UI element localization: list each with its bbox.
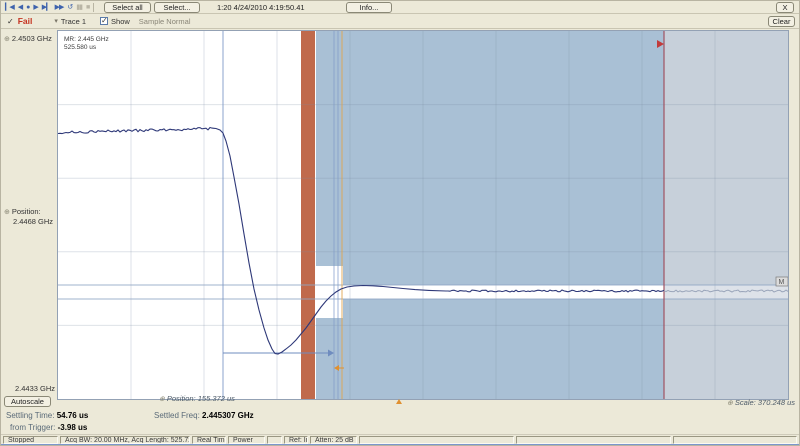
y-axis-top-text: 2.4503 GHz (12, 34, 52, 43)
x-scale-value: 370.248 us (758, 398, 795, 407)
limit-test-result: Fail (18, 16, 33, 26)
status-reference: Ref: Int (284, 436, 308, 444)
step-back-icon[interactable]: ◀ (18, 2, 22, 13)
info-button[interactable]: Info... (346, 2, 392, 13)
status-state: Stopped (3, 436, 58, 444)
toolbar: ▎◀ ◀ ● ▶ ▶▎ ▶▶↺ ▮▮ ■ Select all Select... 1:20 … (1, 1, 800, 14)
go-to-start-icon[interactable]: ▎◀ (5, 2, 14, 13)
marker-time: 525.580 us (64, 44, 109, 52)
stop-icon[interactable]: ■ (86, 2, 89, 13)
from-trigger-readout: from Trigger: -3.98 us (10, 423, 87, 432)
y-axis-bottom-value: 2.4433 GHz (15, 384, 55, 393)
svg-text:M: M (779, 279, 785, 286)
x-axis-scale[interactable]: ⊕Scale: 370.248 us (649, 398, 795, 407)
checkbox-check-icon: ✓ (101, 16, 108, 25)
settled-freq-readout: Settled Freq: 2.445307 GHz (154, 411, 254, 420)
status-attenuation: Atten: 25 dB (310, 436, 357, 444)
settling-trace-plot[interactable]: M (58, 31, 788, 399)
y-axis-top-value[interactable]: ⊕2.4503 GHz (4, 34, 52, 43)
select-button[interactable]: Select... (154, 2, 200, 13)
show-checkbox[interactable]: ✓ (100, 17, 108, 25)
status-spacer (359, 436, 514, 444)
status-bar: Stopped Acq BW: 20.00 MHz, Acq Length: 5… (1, 434, 800, 444)
status-spacer (267, 436, 282, 444)
status-detector: Power (228, 436, 265, 444)
y-position-label: Position: (12, 207, 41, 216)
play-icon[interactable]: ▶ (33, 2, 37, 13)
axis-handle-icon[interactable]: ⊕ (727, 400, 733, 407)
marker-readout: MR: 2.445 GHz 525.580 us (64, 36, 109, 52)
select-all-button[interactable]: Select all (104, 2, 151, 13)
settling-time-readout: Settling Time: 54.76 us (6, 411, 88, 420)
trace-selector[interactable]: Trace 1 (61, 17, 86, 26)
axis-handle-icon[interactable]: ⊕ (4, 209, 10, 216)
record-icon[interactable]: ● (26, 2, 29, 13)
show-label: Show (111, 17, 130, 26)
analyzer-window: ▎◀ ◀ ● ▶ ▶▎ ▶▶↺ ▮▮ ■ Select all Select... 1:20 … (0, 0, 800, 446)
clear-button[interactable]: Clear (768, 16, 795, 27)
status-spacer (516, 436, 671, 444)
replay-icon[interactable]: ↺ (67, 2, 72, 13)
settling-time-label: Settling Time: (6, 411, 54, 420)
toolbar-separator (93, 3, 94, 12)
settled-freq-value: 2.445307 GHz (202, 411, 254, 420)
transport-controls: ▎◀ ◀ ● ▶ ▶▎ ▶▶↺ ▮▮ ■ (1, 2, 89, 13)
result-check-icon: ✓ (7, 17, 14, 26)
trace-bar: ✓ Fail ▾ Trace 1 ✓ Show Sample Normal Cl… (1, 14, 800, 29)
trigger-position-marker-icon[interactable] (396, 399, 402, 404)
fast-forward-icon[interactable]: ▶▶ (55, 2, 64, 13)
plot-area[interactable]: M MR: 2.445 GHz 525.580 us (57, 30, 789, 400)
autoscale-button[interactable]: Autoscale (4, 396, 51, 407)
go-to-end-icon[interactable]: ▶▎ (42, 2, 51, 13)
from-trigger-label: from Trigger: (10, 423, 55, 432)
chevron-down-icon[interactable]: ▾ (54, 17, 58, 25)
x-position-value: 155.372 us (198, 394, 235, 403)
acquisition-timestamp: 1:20 4/24/2010 4:19:50.41 (217, 3, 305, 12)
x-position-label: Position: (167, 394, 196, 403)
status-mode: Real Time (192, 436, 226, 444)
from-trigger-value: -3.98 us (58, 423, 88, 432)
marker-freq: MR: 2.445 GHz (64, 36, 109, 44)
x-scale-label: Scale: (735, 398, 756, 407)
y-position-value: 2.4468 GHz (13, 217, 53, 226)
axis-handle-icon[interactable]: ⊕ (159, 396, 165, 403)
status-acquisition: Acq BW: 20.00 MHz, Acq Length: 525.720 u… (60, 436, 190, 444)
y-axis-position[interactable]: ⊕Position:2.4468 GHz (4, 207, 53, 226)
settling-time-value: 54.76 us (57, 411, 89, 420)
x-axis-position[interactable]: ⊕Position: 155.372 us (159, 394, 235, 403)
status-spacer (673, 436, 797, 444)
pause-icon[interactable]: ▮▮ (76, 2, 82, 13)
settled-freq-label: Settled Freq: (154, 411, 200, 420)
close-button[interactable]: X (776, 2, 794, 13)
sample-mode-label: Sample Normal (139, 17, 191, 26)
axis-handle-icon[interactable]: ⊕ (4, 36, 10, 43)
